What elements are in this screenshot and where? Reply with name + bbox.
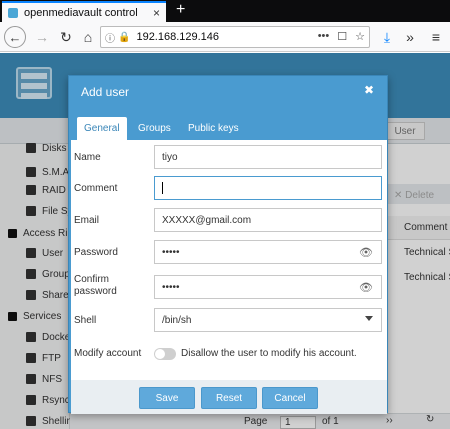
comment-field[interactable] bbox=[154, 176, 382, 200]
dialog-footer: Save Reset Cancel bbox=[71, 380, 387, 414]
comment-label: Comment bbox=[74, 183, 118, 194]
modify-account-description: Disallow the user to modify his account. bbox=[181, 348, 357, 359]
pocket-icon[interactable]: ☐ bbox=[337, 30, 347, 43]
chevron-down-icon[interactable] bbox=[365, 316, 373, 321]
text-caret bbox=[162, 182, 163, 194]
shell-label: Shell bbox=[74, 315, 97, 326]
dialog-title: Add user bbox=[81, 85, 130, 99]
reload-icon[interactable]: ↻ bbox=[56, 27, 76, 47]
show-password-eye-icon[interactable]: 👁 bbox=[359, 281, 373, 294]
close-icon[interactable]: ✖ bbox=[364, 83, 374, 97]
page-actions-icon[interactable]: ••• bbox=[318, 30, 330, 43]
browser-tabbar: openmediavault control × + bbox=[0, 0, 450, 22]
toggle-knob bbox=[155, 349, 165, 359]
home-icon[interactable]: ⌂ bbox=[78, 27, 98, 47]
tab-close-icon[interactable]: × bbox=[153, 6, 160, 20]
url-actions: ••• ☐ ☆ bbox=[318, 30, 365, 43]
email-label: Email bbox=[74, 215, 100, 226]
browser-tab[interactable]: openmediavault control × bbox=[2, 1, 166, 22]
show-password-eye-icon[interactable]: 👁 bbox=[359, 246, 373, 259]
password-value: ••••• bbox=[162, 246, 180, 258]
name-label: Name bbox=[74, 152, 101, 163]
dialog-body: Name tiyo Comment Email XXXXX@gmail.com … bbox=[71, 140, 387, 380]
name-field[interactable]: tiyo bbox=[154, 145, 382, 169]
tab-title: openmediavault control bbox=[24, 6, 138, 19]
modify-account-label: Modify account bbox=[74, 348, 142, 359]
info-icon[interactable]: ⓘ bbox=[105, 30, 115, 45]
new-tab-icon[interactable]: + bbox=[176, 0, 185, 20]
confirm-password-value: ••••• bbox=[162, 281, 180, 293]
email-field[interactable]: XXXXX@gmail.com bbox=[154, 208, 382, 232]
back-arrow-icon[interactable]: ← bbox=[4, 26, 26, 48]
url-bar[interactable]: ⓘ 🔒 192.168.129.146 ••• ☐ ☆ bbox=[100, 26, 370, 48]
shell-select[interactable]: /bin/sh bbox=[154, 308, 382, 332]
password-field[interactable]: ••••• 👁 bbox=[154, 240, 382, 264]
confirm-password-label: Confirm password bbox=[74, 274, 117, 297]
save-button[interactable]: Save bbox=[139, 387, 195, 409]
cancel-button[interactable]: Cancel bbox=[262, 387, 318, 409]
tab-general[interactable]: General bbox=[77, 117, 127, 140]
omv-favicon-icon bbox=[8, 7, 18, 18]
overflow-icon[interactable]: » bbox=[400, 27, 420, 47]
confirm-password-field[interactable]: ••••• 👁 bbox=[154, 275, 382, 299]
insecure-lock-icon[interactable]: 🔒 bbox=[118, 32, 130, 43]
tab-groups[interactable]: Groups bbox=[131, 117, 178, 140]
bookmark-star-icon[interactable]: ☆ bbox=[355, 30, 365, 43]
menu-icon[interactable]: ≡ bbox=[426, 27, 446, 47]
add-user-dialog: Add user ✖ General Groups Public keys Na… bbox=[68, 75, 388, 414]
browser-navbar: ← → ↻ ⌂ ⓘ 🔒 192.168.129.146 ••• ☐ ☆ ⤓ » … bbox=[0, 22, 450, 52]
password-label: Password bbox=[74, 247, 118, 258]
shell-value: /bin/sh bbox=[162, 314, 192, 326]
modify-account-toggle[interactable] bbox=[154, 348, 176, 360]
forward-arrow-icon[interactable]: → bbox=[32, 27, 52, 47]
download-icon[interactable]: ⤓ bbox=[377, 27, 397, 47]
url-text[interactable]: 192.168.129.146 bbox=[136, 31, 219, 43]
dialog-tabs: General Groups Public keys bbox=[71, 114, 387, 140]
reset-button[interactable]: Reset bbox=[201, 387, 257, 409]
tab-public-keys[interactable]: Public keys bbox=[181, 117, 246, 140]
